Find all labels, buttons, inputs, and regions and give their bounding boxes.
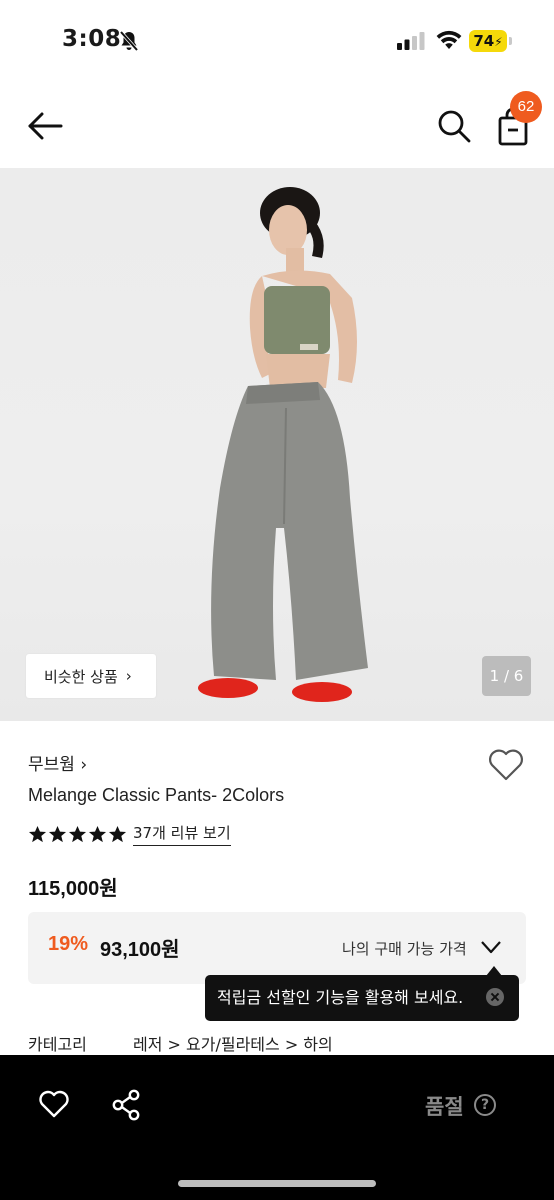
star-icon xyxy=(88,825,107,842)
brand-link[interactable]: 무브웜 › xyxy=(28,750,87,775)
soldout-status: 품절 xyxy=(425,1095,464,1119)
model-photo xyxy=(198,187,368,702)
price-box[interactable]: 19% 93,100원 나의 구매 가능 가격 xyxy=(28,912,526,984)
share-icon[interactable] xyxy=(111,1089,141,1121)
battery-indicator: 74⚡ xyxy=(469,30,507,52)
rating-row: 37개 리뷰 보기 xyxy=(28,822,231,846)
tooltip: 적립금 선할인 기능을 활용해 보세요. xyxy=(205,975,519,1021)
original-price: 115,000원 xyxy=(28,878,118,900)
similar-products-button[interactable]: 비슷한 상품 › xyxy=(26,654,156,698)
review-link[interactable]: 37개 리뷰 보기 xyxy=(133,822,231,846)
bell-muted-icon xyxy=(119,30,139,52)
chevron-right-icon: › xyxy=(80,755,88,775)
chevron-down-icon[interactable] xyxy=(480,938,502,956)
sale-price: 93,100원 xyxy=(100,939,180,961)
rating-stars xyxy=(28,825,127,844)
battery-level: 74 xyxy=(473,32,495,50)
cellular-signal-icon xyxy=(397,32,425,50)
discount-rate: 19% xyxy=(48,933,89,955)
star-icon xyxy=(48,825,67,842)
back-arrow-icon[interactable] xyxy=(26,108,66,144)
product-name: Melange Classic Pants- 2Colors xyxy=(28,785,285,805)
wifi-icon xyxy=(436,30,462,49)
category-label: 카테고리 xyxy=(28,1035,87,1054)
heart-icon[interactable] xyxy=(38,1089,70,1119)
star-icon xyxy=(68,825,87,842)
bottom-bar: 품절 ? xyxy=(0,1055,554,1200)
product-image[interactable]: 비슷한 상품 › 1 / 6 xyxy=(0,168,554,721)
heart-icon[interactable] xyxy=(487,748,525,782)
tooltip-text: 적립금 선할인 기능을 활용해 보세요. xyxy=(217,988,464,1007)
battery-cap xyxy=(509,37,512,45)
brand-name: 무브웜 xyxy=(28,755,75,775)
category-path[interactable]: 레저 > 요가/필라테스 > 하의 xyxy=(133,1031,333,1055)
star-icon xyxy=(108,825,127,842)
status-bar: 3:08 74⚡ xyxy=(0,0,554,84)
star-icon xyxy=(28,825,47,842)
chevron-right-icon: › xyxy=(125,667,132,685)
home-indicator xyxy=(178,1180,376,1187)
cart-count-badge: 62 xyxy=(510,91,542,123)
close-icon[interactable] xyxy=(486,988,504,1006)
similar-products-label: 비슷한 상품 xyxy=(44,667,118,686)
status-time: 3:08 xyxy=(62,26,122,52)
image-counter: 1 / 6 xyxy=(482,656,531,696)
help-icon[interactable]: ? xyxy=(474,1094,496,1116)
search-icon[interactable] xyxy=(436,108,472,144)
my-price-label[interactable]: 나의 구매 가능 가격 xyxy=(342,938,467,959)
